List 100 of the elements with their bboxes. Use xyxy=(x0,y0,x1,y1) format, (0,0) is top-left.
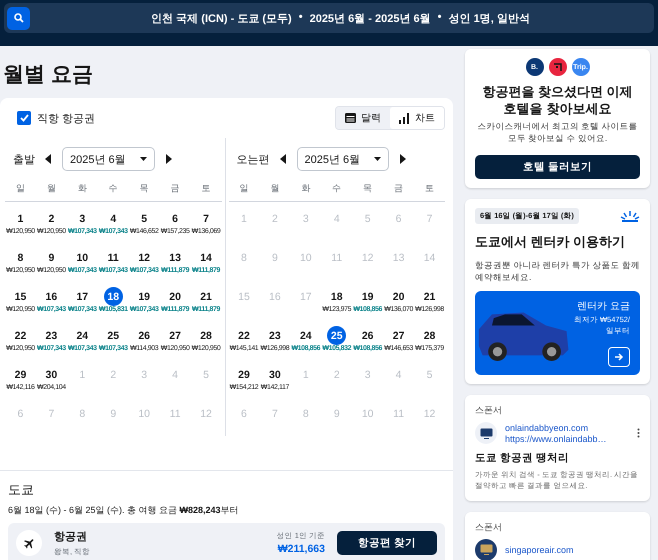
calendar-day[interactable]: 12 xyxy=(134,248,154,267)
promo-title: 렌터카 요금 xyxy=(577,300,630,314)
sunrise-icon xyxy=(620,210,640,222)
calendar-day[interactable]: 21 xyxy=(196,287,216,306)
calendar-day[interactable]: 30 xyxy=(42,365,61,384)
calendar-day: 4 xyxy=(327,209,346,228)
calendar-day: 3 xyxy=(296,209,316,228)
next-month-icon[interactable] xyxy=(164,154,172,164)
calendar-day[interactable]: 9 xyxy=(42,248,61,267)
calendar-day[interactable]: 23 xyxy=(42,326,61,345)
weekday-label: 월 xyxy=(269,182,280,195)
calendar-day[interactable]: 6 xyxy=(166,209,185,228)
calendar-day[interactable]: 22 xyxy=(234,326,254,345)
calendar-day[interactable]: 15 xyxy=(10,287,30,306)
previous-month-icon[interactable] xyxy=(45,154,52,164)
calendar-day[interactable]: 17 xyxy=(72,287,92,306)
sponsor-logo-icon xyxy=(475,422,497,444)
calendar-day[interactable]: 22 xyxy=(10,326,30,345)
weekday-label: 목 xyxy=(138,182,150,195)
calendar-day[interactable]: 24 xyxy=(72,326,92,345)
more-options-icon[interactable] xyxy=(637,428,640,438)
calendar-day[interactable]: 10 xyxy=(72,248,92,267)
calendar-day: 12 xyxy=(196,404,216,423)
calendar-day[interactable]: 14 xyxy=(196,248,216,267)
calendar-day[interactable]: 26 xyxy=(358,326,378,345)
calendar-day[interactable]: 21 xyxy=(420,287,440,306)
search-summary: • xyxy=(438,10,442,24)
calendar-day[interactable]: 27 xyxy=(389,326,408,345)
calendar-day[interactable]: 25 xyxy=(104,326,123,345)
calendar-day[interactable]: 4 xyxy=(104,209,123,228)
calendar-day: 8 xyxy=(296,404,316,423)
calendar-day[interactable]: 23 xyxy=(265,326,284,345)
calendar-day: 11 xyxy=(389,404,408,423)
calendar-day: 7 xyxy=(420,209,440,228)
bar-chart-icon xyxy=(399,112,410,124)
calendar-day: 10 xyxy=(358,404,378,423)
calendar-day[interactable]: 18 xyxy=(327,287,346,306)
weekday-label: 수 xyxy=(331,182,342,195)
calendar-day[interactable]: 20 xyxy=(389,287,408,306)
calendar-day: 6 xyxy=(389,209,408,228)
calendar-day[interactable]: 29 xyxy=(234,365,254,384)
calendar-day: 1 xyxy=(296,365,316,384)
calendar-day: 5 xyxy=(196,365,216,384)
find-flights-button[interactable]: 항공편 찾기 xyxy=(337,531,437,555)
calendar-day: 5 xyxy=(358,209,378,228)
hotel-card-text: 스카이스캐너에서 최고의 호텔 사이트를 모두 찾아보실 수 있어요. xyxy=(476,120,639,145)
calendar-day[interactable]: 11 xyxy=(104,248,123,267)
calendar-day: 1 xyxy=(72,365,92,384)
search-summary: • xyxy=(298,10,303,24)
calendar-day: 1 xyxy=(234,209,254,228)
offer-title: 항공권 xyxy=(54,530,88,544)
calendar-day[interactable]: 25 xyxy=(327,326,346,345)
calendar-day[interactable]: 19 xyxy=(358,287,378,306)
view-tab[interactable]: 차트 xyxy=(390,107,444,129)
calendar-day[interactable]: 28 xyxy=(196,326,216,345)
arrow-right-icon xyxy=(614,352,624,362)
calendar-day[interactable]: 1 xyxy=(10,209,30,228)
browse-hotels-button[interactable]: 호텔 둘러보기 xyxy=(475,154,640,179)
weekday-label: 화 xyxy=(76,182,88,195)
calendar-day[interactable]: 5 xyxy=(134,209,154,228)
calendar-day[interactable]: 7 xyxy=(196,209,216,228)
calendar-day: 11 xyxy=(327,248,346,267)
calendar-day: 6 xyxy=(234,404,254,423)
calendar-day[interactable]: 26 xyxy=(134,326,154,345)
calendar-day[interactable]: 28 xyxy=(420,326,440,345)
calendar-day[interactable]: 30 xyxy=(265,365,284,384)
calendar-day[interactable]: 29 xyxy=(10,365,30,384)
calendar-day[interactable]: 27 xyxy=(166,326,185,345)
calendar-day[interactable]: 8 xyxy=(10,248,30,267)
next-month-icon[interactable] xyxy=(399,154,406,164)
calendar-day[interactable]: 3 xyxy=(72,209,92,228)
sponsor-domain-link[interactable]: singaporeair.com xyxy=(505,544,640,555)
calendar-day[interactable]: 13 xyxy=(166,248,185,267)
sponsor-domain-link[interactable]: onlaindabbyeon.com xyxy=(505,422,629,433)
calendar-day: 10 xyxy=(134,404,154,423)
weekday-label: 토 xyxy=(424,182,436,195)
calendar-day: 8 xyxy=(72,404,92,423)
calendar-day[interactable]: 18 xyxy=(104,287,123,306)
calendar-day: 9 xyxy=(327,404,346,423)
calendar-day: 13 xyxy=(389,248,408,267)
calendar-day[interactable]: 16 xyxy=(42,287,61,306)
plane-icon xyxy=(16,530,42,556)
search-button[interactable] xyxy=(7,6,30,30)
weekday-label: 목 xyxy=(362,182,374,195)
arrow-button[interactable] xyxy=(608,347,630,368)
calendar-day[interactable]: 24 xyxy=(296,326,316,345)
previous-month-icon[interactable] xyxy=(280,154,286,164)
direct-flights-checkbox[interactable]: 직항 항공권 xyxy=(17,110,96,126)
calendar-day: 4 xyxy=(389,365,408,384)
calendar-day[interactable]: 19 xyxy=(134,287,154,306)
calendar-day: 7 xyxy=(42,404,61,423)
caret-icon xyxy=(374,157,382,161)
sponsor-logo-icon xyxy=(475,538,497,560)
calendar-day: 2 xyxy=(104,365,123,384)
month-dropdown[interactable]: 2025년 6월 xyxy=(296,147,390,171)
search-icon xyxy=(14,13,24,23)
sponsor-url-link[interactable]: https://www.onlaindabb… xyxy=(505,434,629,444)
calendar-day[interactable]: 20 xyxy=(166,287,185,306)
month-dropdown[interactable]: 2025년 6월 xyxy=(62,147,155,171)
calendar-day[interactable]: 2 xyxy=(42,209,61,228)
